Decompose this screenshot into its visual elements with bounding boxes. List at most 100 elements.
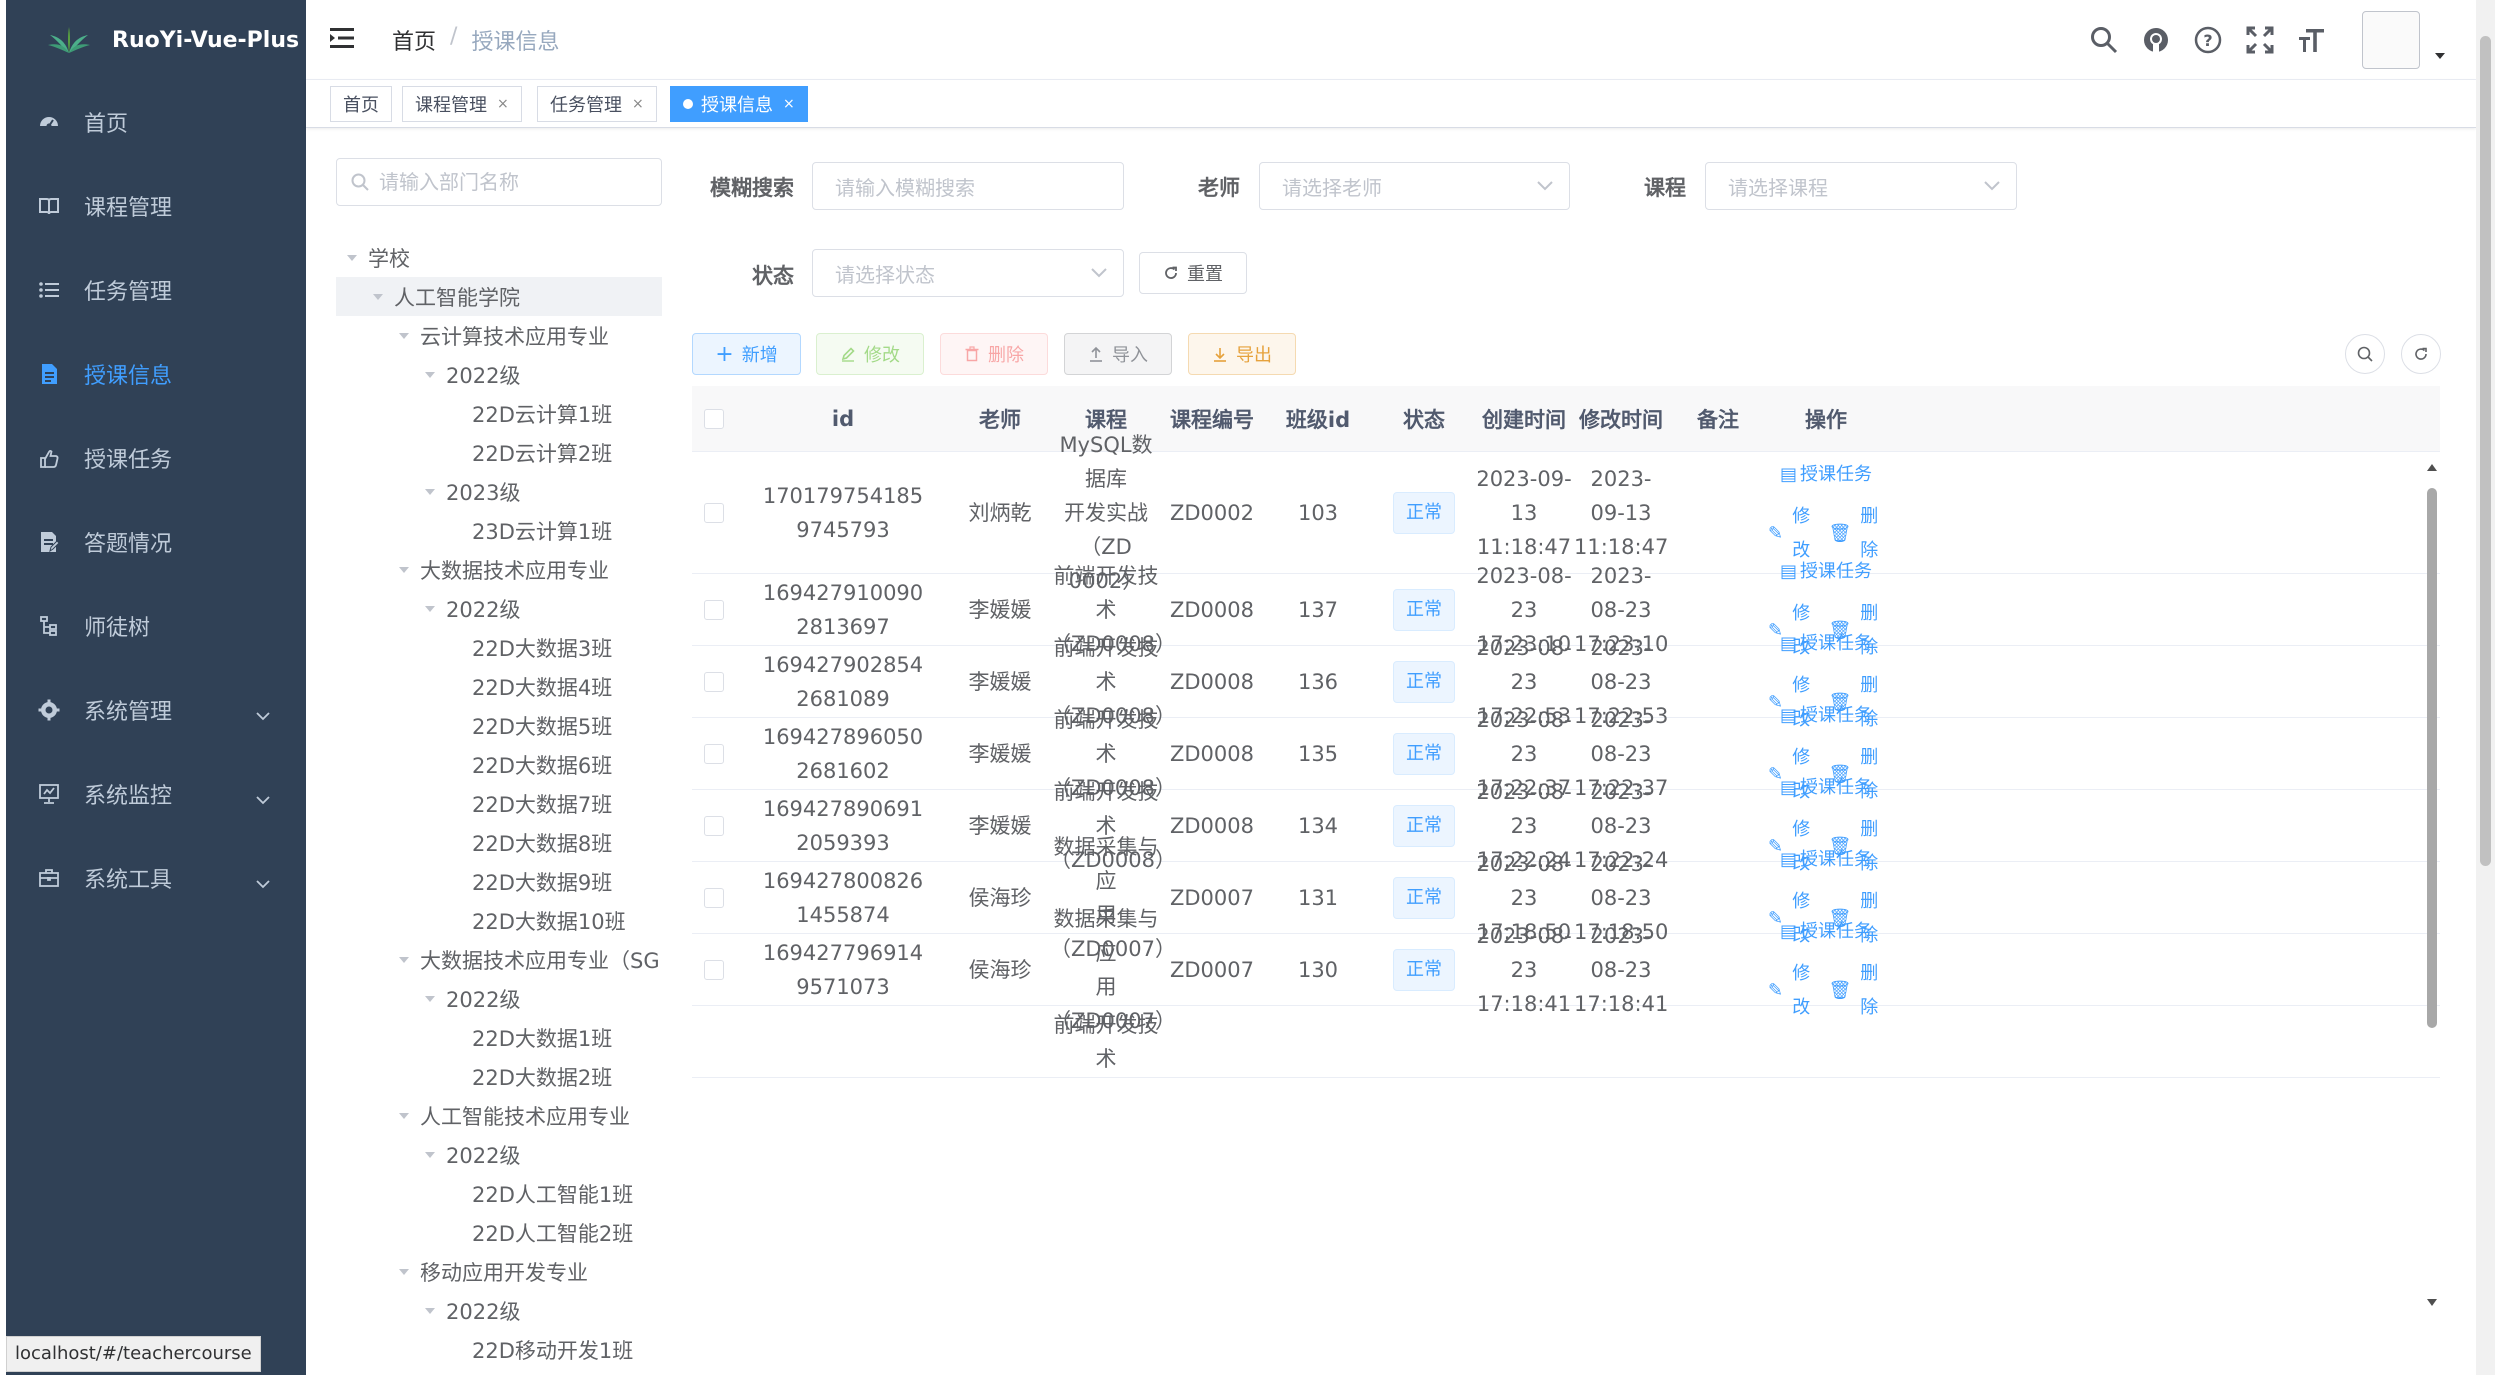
- tree-node[interactable]: 人工智能学院: [336, 277, 662, 316]
- caret-down-icon[interactable]: [418, 605, 442, 613]
- caret-down-icon[interactable]: [2434, 52, 2446, 60]
- breadcrumb-home[interactable]: 首页: [392, 24, 436, 56]
- row-checkbox[interactable]: [704, 959, 724, 980]
- caret-down-icon[interactable]: [392, 1112, 416, 1120]
- caret-down-icon[interactable]: [418, 488, 442, 496]
- caret-down-icon[interactable]: [418, 995, 442, 1003]
- tree-node[interactable]: 学校: [336, 238, 662, 277]
- tree-node[interactable]: 22D大数据4班: [336, 667, 662, 706]
- tree-node[interactable]: 22D大数据5班: [336, 706, 662, 745]
- assign-task-link[interactable]: ▤ 授课任务: [1780, 843, 1872, 877]
- tree-node[interactable]: 人工智能技术应用专业: [336, 1096, 662, 1135]
- dept-search-input[interactable]: [379, 170, 649, 194]
- question-icon[interactable]: ?: [2194, 26, 2222, 54]
- caret-down-icon[interactable]: [418, 1307, 442, 1315]
- scroll-up-icon[interactable]: [2426, 462, 2438, 472]
- caret-down-icon[interactable]: [392, 566, 416, 574]
- sidebar-item-1[interactable]: 首页: [6, 80, 306, 164]
- tree-node[interactable]: 22D移动开发1班: [336, 1330, 662, 1369]
- toggle-search-button[interactable]: [2345, 334, 2385, 374]
- assign-task-link[interactable]: ▤ 授课任务: [1780, 458, 1872, 492]
- sidebar-item-6[interactable]: 答题情况: [6, 500, 306, 584]
- fuzzy-search-input[interactable]: 请输入模糊搜索: [812, 162, 1124, 210]
- reset-button[interactable]: 重置: [1139, 252, 1247, 294]
- tree-node[interactable]: 22D大数据7班: [336, 784, 662, 823]
- page-scrollbar[interactable]: [2476, 0, 2495, 1375]
- assign-task-link[interactable]: ▤ 授课任务: [1780, 555, 1872, 589]
- sidebar-item-4[interactable]: 授课信息: [6, 332, 306, 416]
- tree-node[interactable]: 23D云计算1班: [336, 511, 662, 550]
- avatar[interactable]: [2362, 11, 2420, 69]
- tree-node[interactable]: 22D大数据3班: [336, 628, 662, 667]
- close-icon[interactable]: ×: [497, 96, 509, 112]
- tree-node[interactable]: 22D大数据10班: [336, 901, 662, 940]
- course-select[interactable]: 请选择课程: [1705, 162, 2017, 210]
- table-row[interactable]: 169427796914 9571073 侯海珍 数据采集与应 用（ZD0007） ZD0…: [692, 907, 2440, 1033]
- tree-node[interactable]: 22D云计算1班: [336, 394, 662, 433]
- tag-1[interactable]: 首页: [330, 86, 392, 122]
- sidebar-item-2[interactable]: 课程管理: [6, 164, 306, 248]
- assign-task-link[interactable]: ▤ 授课任务: [1780, 915, 1872, 949]
- status-select[interactable]: 请选择状态: [812, 249, 1124, 297]
- tree-node[interactable]: 2022级: [336, 979, 662, 1018]
- select-all-checkbox[interactable]: [704, 408, 724, 429]
- caret-down-icon[interactable]: [392, 332, 416, 340]
- tree-node[interactable]: 22D大数据1班: [336, 1018, 662, 1057]
- sidebar-logo[interactable]: RuoYi-Vue-Plus: [6, 0, 306, 80]
- tree-node[interactable]: 2023级: [336, 472, 662, 511]
- tree-node[interactable]: 大数据技术应用专业: [336, 550, 662, 589]
- tree-node[interactable]: 22D大数据9班: [336, 862, 662, 901]
- sidebar-item-10[interactable]: 系统工具: [6, 836, 306, 920]
- import-button[interactable]: 导入: [1064, 333, 1172, 375]
- edit-link[interactable]: ✎ 修改: [1768, 957, 1817, 1025]
- github-icon[interactable]: [2142, 26, 2170, 54]
- assign-task-link[interactable]: ▤ 授课任务: [1780, 627, 1872, 661]
- close-icon[interactable]: ×: [632, 96, 644, 112]
- fullscreen-icon[interactable]: [2246, 26, 2274, 54]
- tree-node[interactable]: 22D大数据6班: [336, 745, 662, 784]
- row-checkbox[interactable]: [704, 887, 724, 908]
- tree-node[interactable]: 2022级: [336, 1291, 662, 1330]
- export-button[interactable]: 导出: [1188, 333, 1296, 375]
- tag-4[interactable]: 授课信息 ×: [670, 86, 808, 122]
- caret-down-icon[interactable]: [366, 293, 390, 301]
- caret-down-icon[interactable]: [392, 956, 416, 964]
- table-row[interactable]: 170179754185 9745793 刘炳乾 MySQL数据库 开发实战（ZD 000…: [692, 433, 2440, 593]
- sidebar-item-9[interactable]: 系统监控: [6, 752, 306, 836]
- tree-node[interactable]: 22D大数据8班: [336, 823, 662, 862]
- page-scrollbar-thumb[interactable]: [2480, 36, 2491, 866]
- row-checkbox[interactable]: [704, 599, 724, 620]
- tree-node[interactable]: 22D人工智能2班: [336, 1213, 662, 1252]
- table-scrollbar[interactable]: [2424, 456, 2440, 1312]
- tree-node[interactable]: 2022级: [336, 589, 662, 628]
- tree-node[interactable]: 云计算技术应用专业: [336, 316, 662, 355]
- caret-down-icon[interactable]: [418, 1151, 442, 1159]
- teacher-select[interactable]: 请选择老师: [1259, 162, 1570, 210]
- font-size-icon[interactable]: [2298, 26, 2326, 54]
- table-scrollbar-thumb[interactable]: [2427, 488, 2437, 1028]
- tree-node[interactable]: 移动应用开发专业: [336, 1252, 662, 1291]
- assign-task-link[interactable]: ▤ 授课任务: [1780, 699, 1872, 733]
- tree-node[interactable]: 2022级: [336, 1135, 662, 1174]
- tree-node[interactable]: 22D大数据2班: [336, 1057, 662, 1096]
- hamburger-icon[interactable]: [330, 26, 356, 50]
- row-checkbox[interactable]: [704, 743, 724, 764]
- tag-3[interactable]: 任务管理 ×: [537, 86, 657, 122]
- caret-down-icon[interactable]: [340, 254, 364, 262]
- edit-button[interactable]: 修改: [816, 333, 924, 375]
- row-checkbox[interactable]: [704, 502, 724, 523]
- tree-node[interactable]: 22D人工智能1班: [336, 1174, 662, 1213]
- tree-node[interactable]: 2022级: [336, 355, 662, 394]
- tree-node[interactable]: 大数据技术应用专业（SG: [336, 940, 662, 979]
- refresh-button[interactable]: [2401, 334, 2441, 374]
- sidebar-item-7[interactable]: 师徒树: [6, 584, 306, 668]
- caret-down-icon[interactable]: [418, 371, 442, 379]
- caret-down-icon[interactable]: [392, 1268, 416, 1276]
- dept-search-field[interactable]: [336, 158, 662, 206]
- scroll-down-icon[interactable]: [2426, 1298, 2438, 1308]
- close-icon[interactable]: ×: [783, 96, 795, 112]
- row-checkbox[interactable]: [704, 671, 724, 692]
- sidebar-item-8[interactable]: 系统管理: [6, 668, 306, 752]
- row-checkbox[interactable]: [704, 815, 724, 836]
- tag-2[interactable]: 课程管理 ×: [402, 86, 522, 122]
